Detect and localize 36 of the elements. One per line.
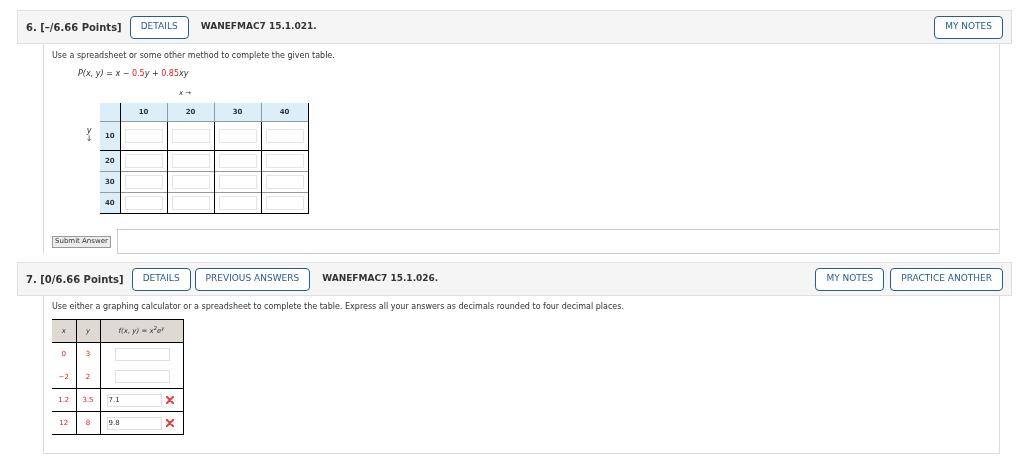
header-button[interactable]: MY NOTES <box>815 267 885 291</box>
answer-field[interactable] <box>265 154 304 168</box>
question-text: Use a spreadsheet or some other method to complete the given table. <box>52 50 336 62</box>
answer-field[interactable] <box>114 347 170 361</box>
answer-field[interactable] <box>171 129 210 143</box>
formula: P(x, y) = x − 0.5y + 0.85xy <box>78 68 190 80</box>
answer-field[interactable] <box>265 175 304 189</box>
question-code: WANEFMAC7 15.1.021. <box>200 20 317 34</box>
question-points: 6. [–/6.66 Points] <box>26 20 122 35</box>
cross-icon <box>165 396 174 404</box>
answer-field[interactable] <box>124 154 163 168</box>
header-button[interactable]: DETAILS <box>129 15 189 39</box>
y-axis-arrow: ↓ <box>85 134 93 143</box>
answer-field[interactable] <box>124 129 163 143</box>
answer-field[interactable] <box>171 154 210 168</box>
answer-field[interactable] <box>171 196 210 210</box>
answer-field[interactable] <box>218 175 257 189</box>
question-code: WANEFMAC7 15.1.026. <box>322 272 439 286</box>
answer-field[interactable] <box>265 196 304 210</box>
question-text: Use either a graphing calculator or a spreadsheet to complete the table. Express all your answers as decimals rounded to four decimal places. <box>52 301 625 313</box>
header-button[interactable]: DETAILS <box>131 267 191 291</box>
y-axis-label: y <box>86 126 92 135</box>
question-points: 7. [0/6.66 Points] <box>26 272 124 287</box>
corner-cell <box>100 102 120 122</box>
header-button[interactable]: PREVIOUS ANSWERS <box>194 267 311 291</box>
cross-icon <box>165 419 174 427</box>
header-button[interactable]: MY NOTES <box>934 15 1003 39</box>
answer-field[interactable] <box>265 129 304 143</box>
answer-field[interactable] <box>218 196 257 210</box>
answer-field[interactable] <box>124 196 163 210</box>
answer-field[interactable] <box>114 370 170 384</box>
answer-field[interactable] <box>218 154 257 168</box>
answer-field[interactable] <box>218 129 257 143</box>
answer-field[interactable] <box>124 175 163 189</box>
header-button[interactable]: PRACTICE ANOTHER <box>890 267 1003 291</box>
answer-field[interactable] <box>171 175 210 189</box>
